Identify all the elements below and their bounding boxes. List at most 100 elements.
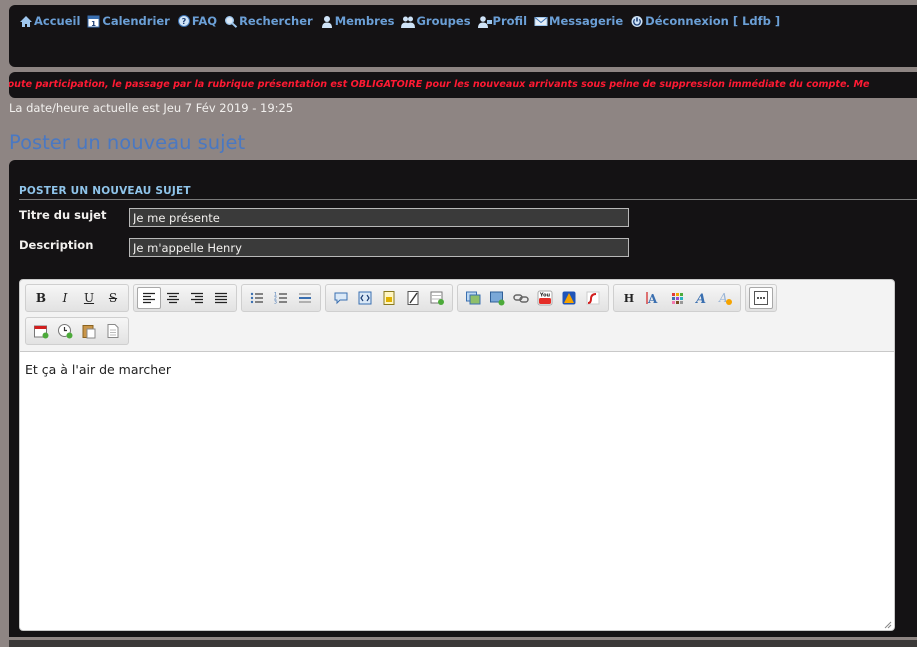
nav-deconnexion[interactable]: Déconnexion [ Ldfb ]	[630, 14, 780, 28]
font-size-button[interactable]: A	[641, 287, 665, 309]
upload-image-button[interactable]	[485, 287, 509, 309]
link-button[interactable]	[509, 287, 533, 309]
remove-format-icon: A	[718, 291, 732, 305]
section-title: POSTER UN NOUVEAU SUJET	[19, 185, 917, 200]
image-icon	[466, 291, 481, 305]
document-icon	[107, 324, 119, 338]
color-palette-icon	[672, 293, 683, 304]
numbered-list-icon: 123	[274, 292, 287, 306]
toolbar-group-extra	[25, 317, 129, 345]
svg-text:A: A	[647, 292, 658, 306]
nav-membres[interactable]: Membres	[320, 14, 394, 28]
more-options-button[interactable]	[749, 287, 773, 309]
toolbar-group-style: H A A A	[613, 284, 741, 312]
description-label: Description	[19, 238, 94, 252]
faq-icon: ?	[177, 14, 190, 27]
more-options-icon	[754, 291, 768, 305]
page-title: Poster un nouveau sujet	[9, 131, 246, 154]
table-icon	[430, 291, 444, 305]
nav-messagerie[interactable]: Messagerie	[534, 14, 623, 28]
bullet-list-button[interactable]	[245, 287, 269, 309]
align-right-button[interactable]	[185, 287, 209, 309]
resize-grip-icon[interactable]	[884, 621, 892, 629]
remove-format-button[interactable]: A	[713, 287, 737, 309]
justify-icon	[215, 292, 227, 304]
flash-icon	[586, 291, 600, 305]
announcement-marquee: toute participation, le passage par la r…	[9, 72, 917, 98]
svg-text:A: A	[694, 292, 706, 306]
youtube-button[interactable]: You	[533, 287, 557, 309]
strikethrough-button[interactable]: S	[101, 287, 125, 309]
source-button[interactable]	[101, 320, 125, 342]
mail-icon	[534, 16, 548, 26]
dailymotion-icon	[562, 291, 576, 305]
nav-links: Accueil 1 Calendrier ? FAQ Rechercher Me…	[19, 14, 780, 28]
toolbar-group-lists: 123	[241, 284, 321, 312]
table-button[interactable]	[425, 287, 449, 309]
underline-button[interactable]: U	[77, 287, 101, 309]
font-family-icon: A	[694, 292, 706, 306]
youtube-icon: You	[537, 290, 553, 306]
numbered-list-button[interactable]: 123	[269, 287, 293, 309]
heading-icon: H	[623, 291, 635, 305]
link-icon	[513, 294, 529, 303]
align-center-button[interactable]	[161, 287, 185, 309]
code-button[interactable]	[353, 287, 377, 309]
align-center-icon	[167, 292, 179, 304]
align-left-button[interactable]	[137, 287, 161, 309]
toolbar-row-1: B I U S 1 2 3 You H A A A	[25, 284, 777, 312]
flash-button[interactable]	[581, 287, 605, 309]
hide-button[interactable]	[401, 287, 425, 309]
italic-button[interactable]: I	[53, 287, 77, 309]
dailymotion-button[interactable]	[557, 287, 581, 309]
horizontal-rule-icon	[299, 293, 311, 303]
description-input[interactable]	[129, 238, 629, 257]
announcement-text: toute participation, le passage par la r…	[9, 79, 870, 90]
font-size-icon: A	[646, 292, 658, 306]
profile-icon	[477, 15, 492, 28]
heading-button[interactable]: H	[617, 287, 641, 309]
italic-icon: I	[62, 291, 68, 305]
calendar-add-icon	[34, 325, 49, 339]
message-textarea[interactable]: Et ça à l'air de marcher	[20, 351, 894, 630]
justify-button[interactable]	[209, 287, 233, 309]
image-button[interactable]	[461, 287, 485, 309]
toolbar-group-align	[133, 284, 237, 312]
time-button[interactable]	[53, 320, 77, 342]
toolbar-group-format: B I U S	[25, 284, 129, 312]
toolbar-group-media: You	[457, 284, 609, 312]
nav-groupes[interactable]: Groupes	[401, 14, 471, 28]
clock-icon	[58, 324, 73, 339]
svg-text:3: 3	[274, 300, 277, 306]
power-icon	[631, 15, 643, 27]
message-content: Et ça à l'air de marcher	[25, 362, 171, 377]
nav-calendrier[interactable]: 1 Calendrier	[87, 14, 170, 28]
paste-button[interactable]	[77, 320, 101, 342]
quote-button[interactable]	[329, 287, 353, 309]
toolbar-row-2	[25, 317, 129, 345]
horizontal-rule-button[interactable]	[293, 287, 317, 309]
bullet-list-icon	[250, 292, 263, 304]
nav-rechercher[interactable]: Rechercher	[224, 14, 313, 28]
spoiler-button[interactable]	[377, 287, 401, 309]
member-icon	[321, 15, 332, 28]
underline-icon: U	[83, 291, 95, 305]
home-icon	[20, 15, 32, 27]
bold-button[interactable]: B	[29, 287, 53, 309]
align-right-icon	[191, 292, 203, 304]
font-family-button[interactable]: A	[689, 287, 713, 309]
nav-profil[interactable]: Profil	[477, 14, 527, 28]
calendar-icon: 1	[87, 15, 100, 28]
title-input[interactable]	[129, 208, 629, 227]
nav-faq[interactable]: ? FAQ	[177, 14, 217, 28]
panel-bottom-edge	[9, 640, 917, 647]
clipboard-icon	[82, 325, 96, 339]
bold-icon: B	[35, 291, 47, 305]
hide-icon	[407, 291, 419, 305]
svg-text:You: You	[539, 293, 551, 299]
color-button[interactable]	[665, 287, 689, 309]
svg-text:?: ?	[182, 17, 187, 26]
nav-accueil[interactable]: Accueil	[19, 14, 80, 28]
post-form-panel: POSTER UN NOUVEAU SUJET Titre du sujet D…	[9, 160, 917, 637]
date-button[interactable]	[29, 320, 53, 342]
